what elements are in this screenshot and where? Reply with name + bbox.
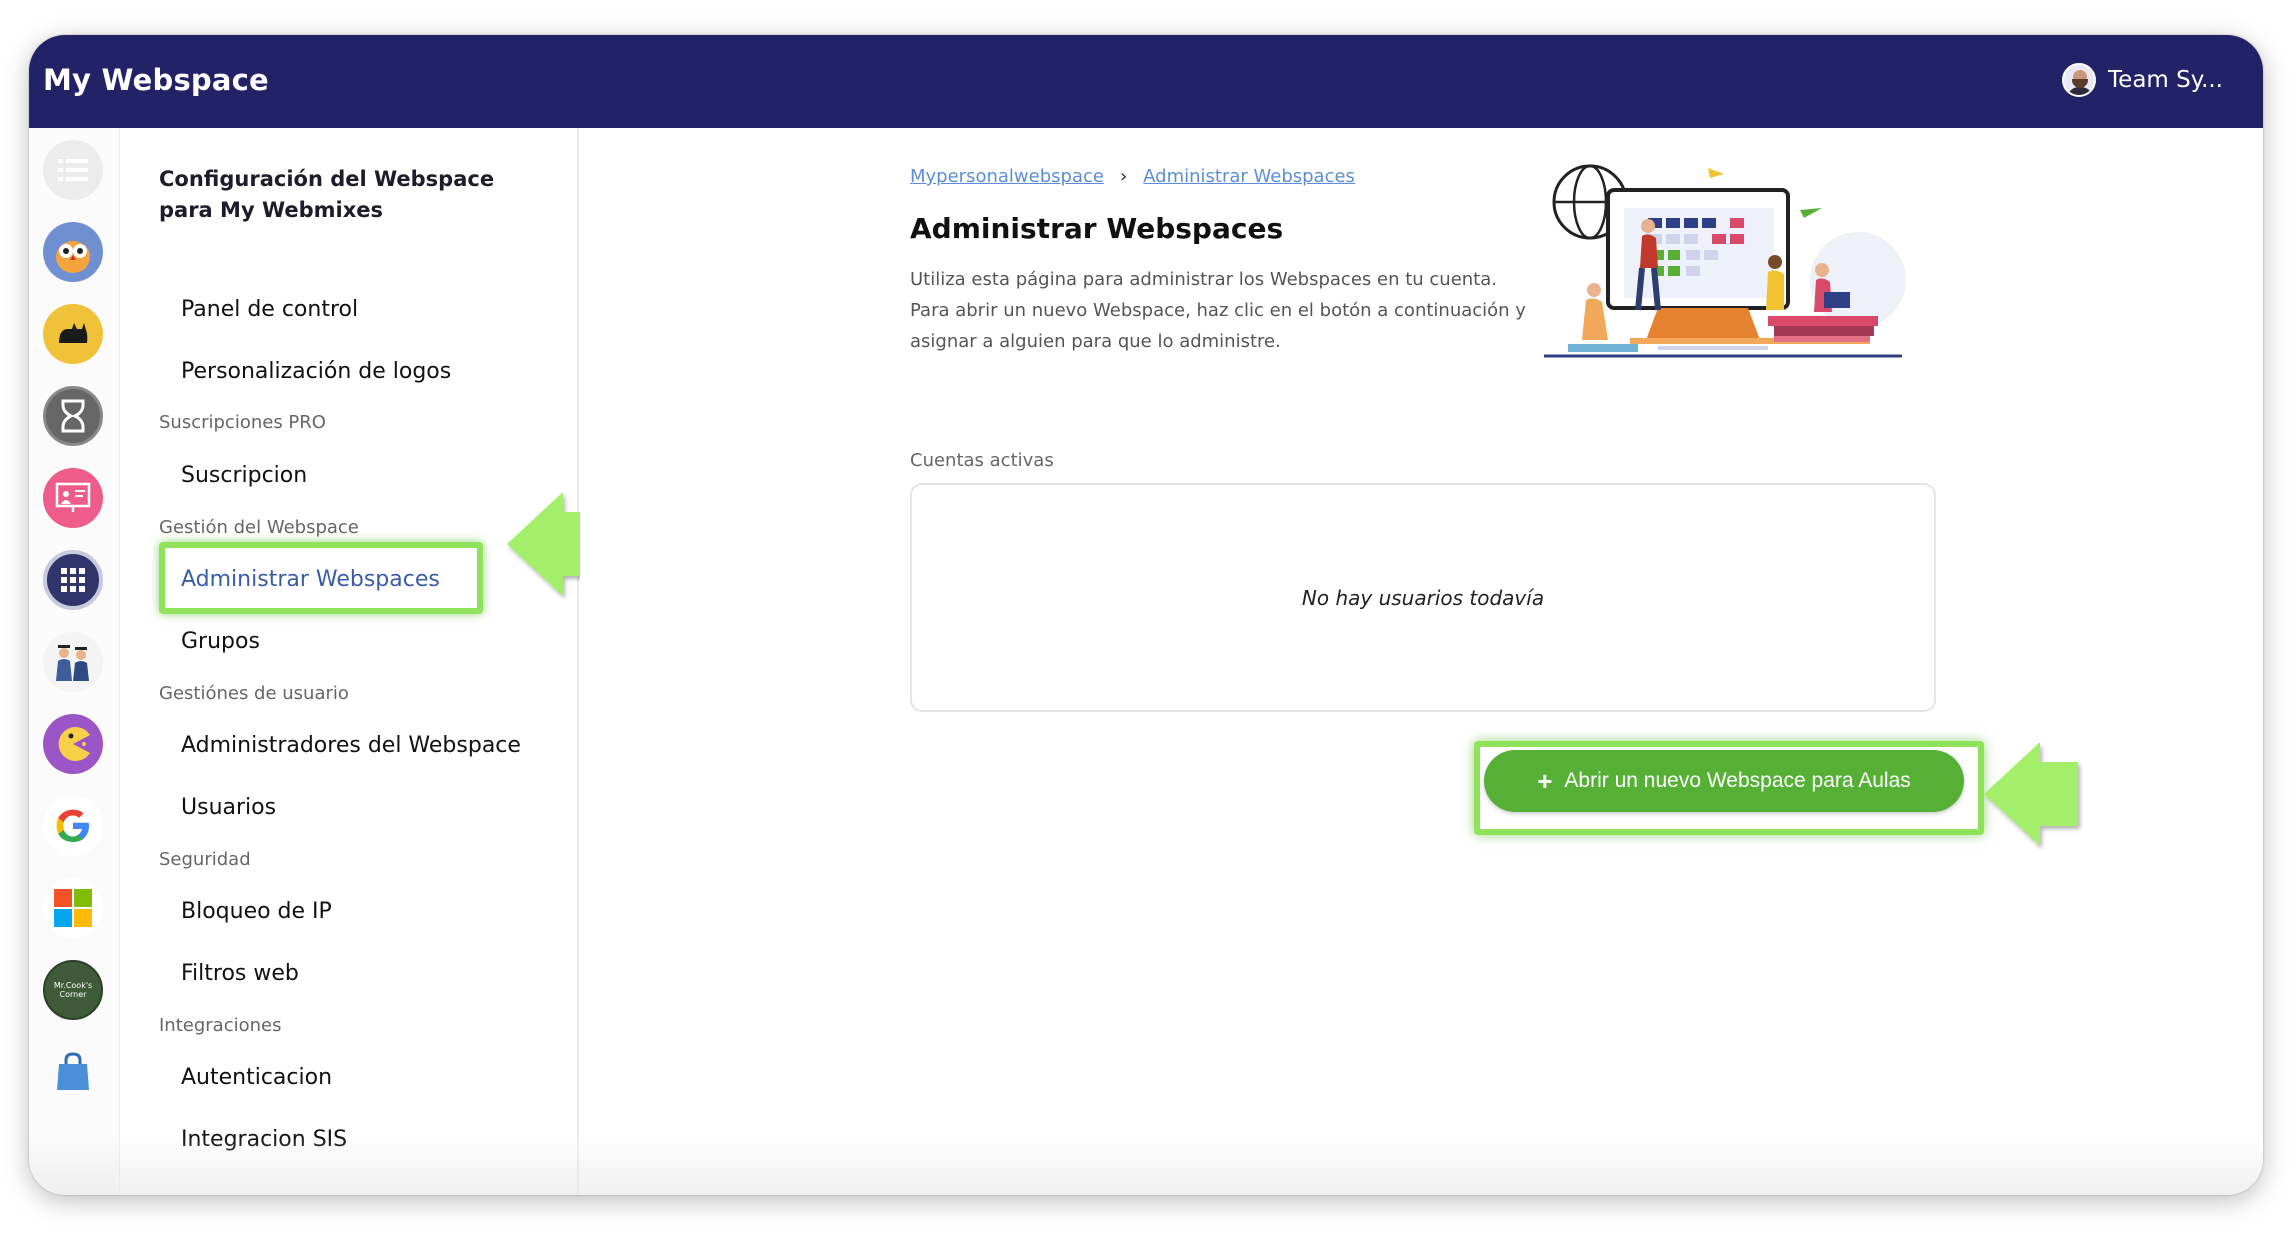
svg-text:Corner: Corner [60, 990, 88, 999]
main-content: Mypersonalwebspace › Administrar Webspac… [580, 128, 2263, 1195]
avatar [2062, 63, 2097, 97]
sidebar-section-pro: Suscripciones PRO [159, 412, 326, 433]
user-menu[interactable]: Team Sy... [2062, 63, 2223, 97]
sidebar-section-seguridad: Seguridad [159, 849, 251, 870]
list-label: Cuentas activas [910, 450, 1054, 471]
icon-rail: Mr.Cook's Corner [29, 128, 120, 1195]
sidebar-item-grupos[interactable]: Grupos [181, 629, 260, 654]
app-window: My Webspace Team Sy... Mr.Cook's Corner … [29, 35, 2263, 1195]
webspace-illustration [1544, 164, 1906, 358]
mr-cooks-corner-icon[interactable]: Mr.Cook's Corner [43, 960, 103, 1020]
sidebar-item-autenticacion[interactable]: Autenticacion [181, 1065, 332, 1090]
sidebar-heading: Configuración del Webspace para My Webmi… [159, 167, 495, 222]
breadcrumb-link-current[interactable]: Administrar Webspaces [1143, 166, 1355, 187]
sidebar-item-panel[interactable]: Panel de control [181, 297, 358, 322]
page-title: Administrar Webspaces [910, 212, 1284, 245]
grid-apps-icon[interactable] [43, 550, 103, 610]
sidebar-section-gestion: Gestión del Webspace [159, 517, 359, 538]
sidebar-item-suscripcion[interactable]: Suscripcion [181, 463, 307, 488]
google-icon[interactable] [43, 796, 103, 856]
sidebar-item-admins[interactable]: Administradores del Webspace [181, 733, 521, 758]
owl-icon[interactable] [43, 222, 103, 282]
chevron-right-icon: › [1119, 166, 1128, 187]
plus-icon: + [1537, 766, 1553, 796]
sidebar-item-logos[interactable]: Personalización de logos [181, 359, 451, 384]
pointer-arrow-icon [1984, 742, 2078, 846]
accounts-list: No hay usuarios todavía [910, 483, 1936, 712]
breadcrumb-link-home[interactable]: Mypersonalwebspace [910, 166, 1104, 187]
sidebar-item-sis[interactable]: Integracion SIS [181, 1127, 347, 1152]
user-name: Team Sy... [2108, 67, 2223, 93]
graduates-icon[interactable] [43, 632, 103, 692]
breadcrumb: Mypersonalwebspace › Administrar Webspac… [910, 166, 1355, 187]
sidebar-item-bloqueo[interactable]: Bloqueo de IP [181, 899, 332, 924]
top-bar: My Webspace Team Sy... [29, 35, 2263, 128]
sidebar-item-usuarios[interactable]: Usuarios [181, 795, 276, 820]
sidebar-section-integraciones: Integraciones [159, 1015, 282, 1036]
sidebar-item-administrar[interactable]: Administrar Webspaces [181, 567, 440, 592]
list-icon[interactable] [43, 140, 103, 200]
pacman-icon[interactable] [43, 714, 103, 774]
teacher-board-icon[interactable] [43, 468, 103, 528]
shopping-bag-icon[interactable] [43, 1042, 103, 1102]
cat-icon[interactable] [43, 304, 103, 364]
sidebar-item-filtros[interactable]: Filtros web [181, 961, 299, 986]
hourglass-icon[interactable] [43, 386, 103, 446]
sidebar-section-usuario: Gestiónes de usuario [159, 683, 349, 704]
microsoft-icon[interactable] [43, 878, 103, 938]
new-webspace-button[interactable]: + Abrir un nuevo Webspace para Aulas [1484, 750, 1964, 812]
new-webspace-button-label: Abrir un nuevo Webspace para Aulas [1564, 769, 1911, 792]
settings-sidebar: Configuración del Webspace para My Webmi… [121, 128, 579, 1195]
empty-state-text: No hay usuarios todavía [1301, 585, 1545, 610]
app-title: My Webspace [43, 63, 269, 97]
svg-text:Mr.Cook's: Mr.Cook's [54, 981, 92, 990]
page-description: Utiliza esta página para administrar los… [910, 269, 1526, 352]
